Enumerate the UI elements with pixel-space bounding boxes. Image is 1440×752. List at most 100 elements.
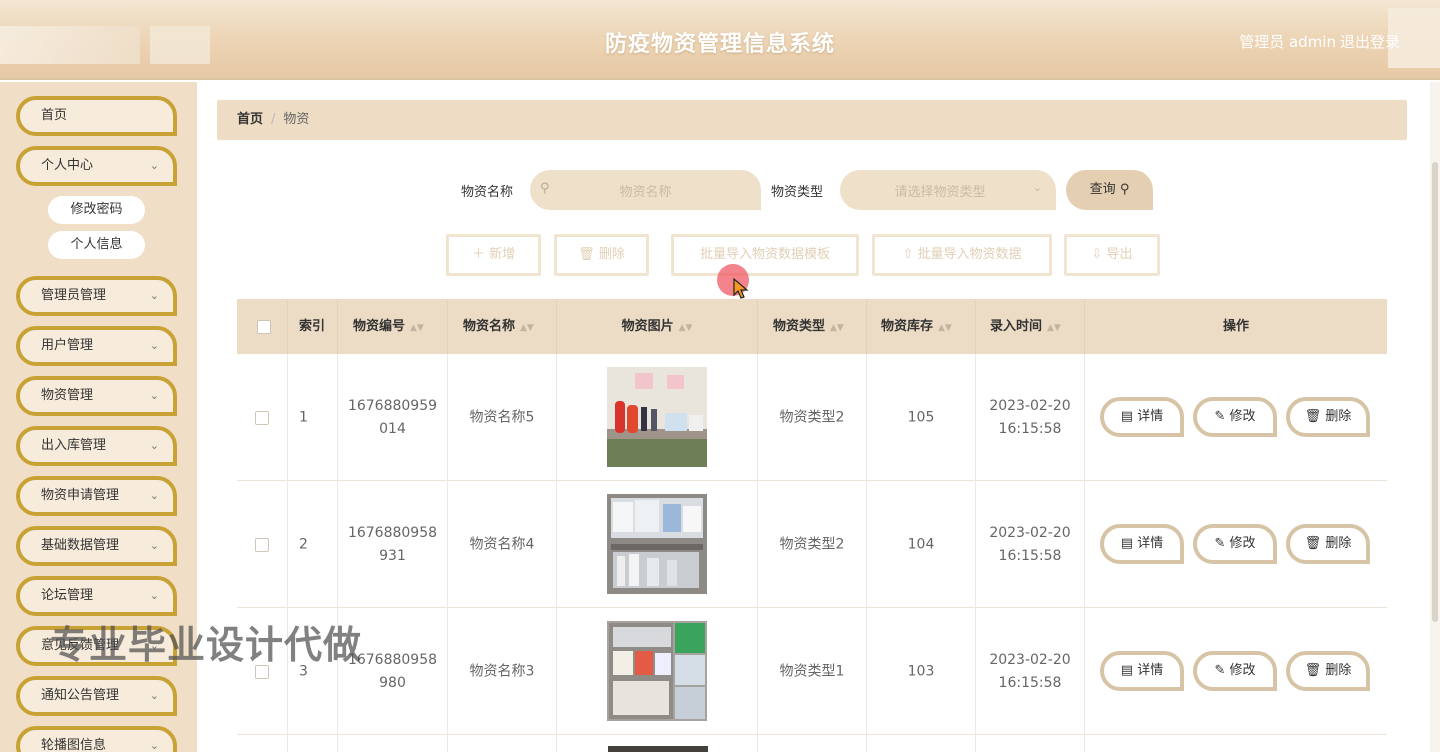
header-name[interactable]: 物资名称 ▲▼ xyxy=(448,299,557,354)
edit-button[interactable]: ✎ 修改 xyxy=(1193,397,1277,437)
chevron-down-icon: ⌄ xyxy=(149,739,159,752)
chevron-down-icon: ⌄ xyxy=(149,339,159,352)
supply-image[interactable] xyxy=(607,621,707,721)
header-code-label: 物资编号 xyxy=(353,319,406,334)
add-button[interactable]: ＋ 新增 xyxy=(446,234,541,276)
sidebar-item-personal-center[interactable]: 个人中心 ⌄ xyxy=(16,146,177,186)
detail-button[interactable]: ▤ 详情 xyxy=(1100,397,1184,437)
stock-cell xyxy=(867,735,976,752)
sidebar-item-label: 基础数据管理 xyxy=(41,538,120,553)
sidebar-item-label: 意见反馈管理 xyxy=(41,638,120,653)
batch-import-button[interactable]: ⇧ 批量导入物资数据 xyxy=(872,234,1052,276)
sidebar-item-base-data-management[interactable]: 基础数据管理 ⌄ xyxy=(16,526,177,566)
sidebar-item-notice-management[interactable]: 通知公告管理 ⌄ xyxy=(16,676,177,716)
current-user: 管理员 admin xyxy=(1239,33,1336,51)
import-template-button[interactable]: 批量导入物资数据模板 xyxy=(671,234,859,276)
date-part: 2023-02-20 xyxy=(989,524,1071,541)
header-code[interactable]: 物资编号 ▲▼ xyxy=(338,299,448,354)
supply-image[interactable] xyxy=(608,746,708,752)
sort-icon[interactable]: ▲▼ xyxy=(938,323,952,333)
sidebar-item-label: 轮播图信息 xyxy=(41,738,107,752)
table-row: 3 1676880958 980 物资名称3 物资类型1 103 2023-02-… xyxy=(237,608,1387,735)
delete-button[interactable]: 🗑 删除 xyxy=(1286,397,1370,437)
document-icon: ▤ xyxy=(1120,536,1134,551)
document-icon: ▤ xyxy=(1120,409,1134,424)
sidebar-subitem-change-password[interactable]: 修改密码 xyxy=(48,196,145,224)
detail-button[interactable]: ▤ 详情 xyxy=(1100,651,1184,691)
type-value: 物资类型2 xyxy=(779,536,845,552)
time-part: 16:15:58 xyxy=(998,674,1062,691)
sidebar-item-forum-management[interactable]: 论坛管理 ⌄ xyxy=(16,576,177,616)
chevron-down-icon: ⌄ xyxy=(149,539,159,552)
upload-icon: ⇧ xyxy=(902,247,914,262)
sort-icon[interactable]: ▲▼ xyxy=(1047,323,1061,333)
code-cell xyxy=(338,735,448,752)
row-select-cell xyxy=(237,735,288,752)
date-value: 2023-02-20 16:15:58 xyxy=(976,649,1084,695)
breadcrumb: 首页 / 物资 xyxy=(217,100,1407,140)
edit-button[interactable]: ✎ 修改 xyxy=(1193,524,1277,564)
export-button[interactable]: ⇩ 导出 xyxy=(1064,234,1160,276)
name-cell: 物资名称4 xyxy=(448,481,557,608)
date-value: 2023-02-20 16:15:58 xyxy=(976,522,1084,568)
supply-name-input[interactable]: ⚲ 物资名称 xyxy=(530,170,761,210)
trash-icon: 🗑 xyxy=(1304,663,1322,678)
sidebar-item-request-management[interactable]: 物资申请管理 ⌄ xyxy=(16,476,177,516)
stock-cell: 104 xyxy=(867,481,976,608)
sidebar-item-supplies-management[interactable]: 物资管理 ⌄ xyxy=(16,376,177,416)
image-cell xyxy=(557,608,758,735)
row-checkbox[interactable] xyxy=(255,411,269,425)
chevron-down-icon: ⌄ xyxy=(149,639,159,652)
sort-icon[interactable]: ▲▼ xyxy=(830,323,844,333)
date-part: 2023-02-20 xyxy=(989,651,1071,668)
top-header: 防疫物资管理信息系统 管理员 admin 退出登录 xyxy=(0,0,1440,80)
logout-link[interactable]: 退出登录 xyxy=(1340,31,1400,52)
sidebar-item-feedback-management[interactable]: 意见反馈管理 ⌄ xyxy=(16,626,177,666)
name-value: 物资名称5 xyxy=(469,409,535,425)
row-checkbox[interactable] xyxy=(255,665,269,679)
row-checkbox[interactable] xyxy=(255,538,269,552)
sidebar-subitem-profile[interactable]: 个人信息 xyxy=(48,231,145,259)
header-type-label: 物资类型 xyxy=(773,319,826,334)
date-cell xyxy=(976,735,1085,752)
delete-button[interactable]: 🗑 删除 xyxy=(1286,524,1370,564)
sidebar-item-home[interactable]: 首页 xyxy=(16,96,177,136)
header-stock-label: 物资库存 xyxy=(881,319,934,334)
batch-delete-button[interactable]: 🗑 删除 xyxy=(554,234,649,276)
breadcrumb-home[interactable]: 首页 xyxy=(237,112,263,127)
supply-type-select[interactable]: 请选择物资类型 ⌄ xyxy=(840,170,1056,210)
supply-image[interactable] xyxy=(607,494,707,594)
add-button-label: 新增 xyxy=(489,247,516,262)
header-date[interactable]: 录入时间 ▲▼ xyxy=(976,299,1085,354)
stock-cell: 103 xyxy=(867,608,976,735)
detail-label: 详情 xyxy=(1137,663,1164,678)
delete-button[interactable]: 🗑 删除 xyxy=(1286,651,1370,691)
supplies-table: 索引 物资编号 ▲▼ 物资名称 ▲▼ 物资图片 ▲▼ 物资类型 ▲▼ 物资库存 ▲▼ 录入… xyxy=(237,299,1387,752)
sidebar-item-carousel[interactable]: 轮播图信息 ⌄ xyxy=(16,726,177,752)
date-cell: 2023-02-20 16:15:58 xyxy=(976,481,1085,608)
edit-button[interactable]: ✎ 修改 xyxy=(1193,651,1277,691)
sidebar-item-admin-management[interactable]: 管理员管理 ⌄ xyxy=(16,276,177,316)
detail-button[interactable]: ▤ 详情 xyxy=(1100,524,1184,564)
type-cell: 物资类型2 xyxy=(758,354,867,481)
page-scrollbar[interactable] xyxy=(1430,82,1440,752)
sort-icon[interactable]: ▲▼ xyxy=(410,323,424,333)
sort-icon[interactable]: ▲▼ xyxy=(679,323,693,333)
sidebar-item-inventory-management[interactable]: 出入库管理 ⌄ xyxy=(16,426,177,466)
header-stock[interactable]: 物资库存 ▲▼ xyxy=(867,299,976,354)
chevron-down-icon: ⌄ xyxy=(149,389,159,402)
image-cell xyxy=(557,354,758,481)
code-value: 1676880958 980 xyxy=(338,649,447,695)
sidebar-item-user-management[interactable]: 用户管理 ⌄ xyxy=(16,326,177,366)
sort-icon[interactable]: ▲▼ xyxy=(520,323,534,333)
trash-icon: 🗑 xyxy=(578,247,595,262)
date-cell: 2023-02-20 16:15:58 xyxy=(976,608,1085,735)
query-button[interactable]: 查询 ⚲ xyxy=(1066,170,1153,210)
table-row: 1 1676880959 014 物资名称5 物资类型2 105 2023-02-… xyxy=(237,354,1387,481)
code-cell: 1676880959 014 xyxy=(338,354,448,481)
supply-image[interactable] xyxy=(607,367,707,467)
header-image[interactable]: 物资图片 ▲▼ xyxy=(557,299,758,354)
header-type[interactable]: 物资类型 ▲▼ xyxy=(758,299,867,354)
select-all-checkbox[interactable] xyxy=(257,320,271,334)
scrollbar-thumb[interactable] xyxy=(1432,162,1438,622)
